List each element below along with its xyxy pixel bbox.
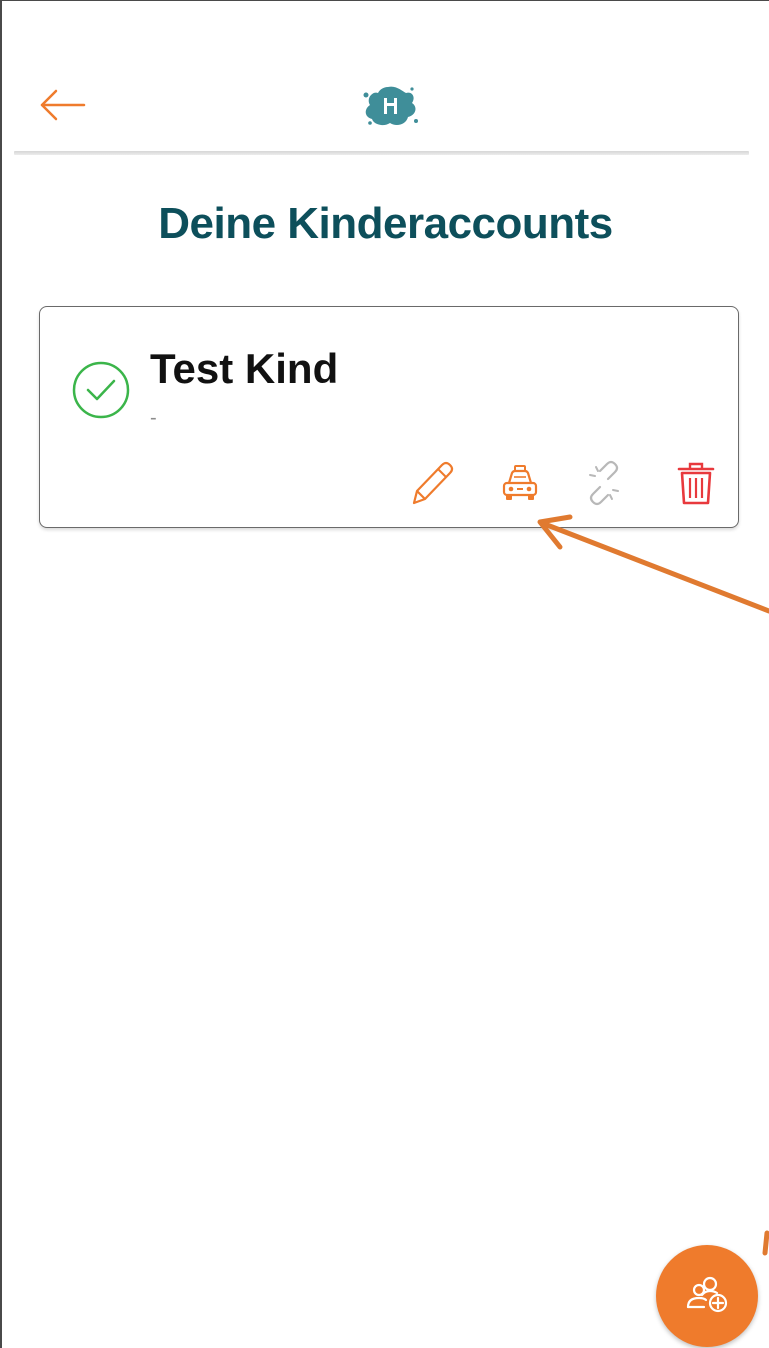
taxi-icon bbox=[502, 465, 538, 500]
unlink-button[interactable] bbox=[578, 457, 630, 509]
check-circle-icon bbox=[72, 361, 130, 419]
app-bar-divider bbox=[14, 151, 749, 155]
screen: Deine Kinderaccounts Test Kind - bbox=[0, 0, 769, 1348]
delete-button[interactable] bbox=[670, 457, 722, 509]
add-child-account-button[interactable] bbox=[656, 1245, 758, 1347]
app-logo bbox=[358, 81, 422, 131]
logo-splash-icon bbox=[363, 86, 418, 126]
child-subtitle: - bbox=[150, 407, 157, 429]
app-bar bbox=[2, 1, 769, 159]
add-users-icon bbox=[686, 1276, 728, 1313]
back-button[interactable] bbox=[34, 83, 90, 127]
child-name: Test Kind bbox=[150, 345, 339, 392]
child-account-card[interactable]: Test Kind - bbox=[39, 306, 739, 528]
unlink-icon bbox=[589, 460, 619, 506]
edit-button[interactable] bbox=[406, 457, 458, 509]
page-title: Deine Kinderaccounts bbox=[158, 199, 613, 248]
arrow-left-icon bbox=[40, 89, 86, 121]
pencil-icon bbox=[412, 461, 454, 505]
ride-button[interactable] bbox=[494, 457, 546, 509]
trash-icon bbox=[677, 462, 715, 505]
